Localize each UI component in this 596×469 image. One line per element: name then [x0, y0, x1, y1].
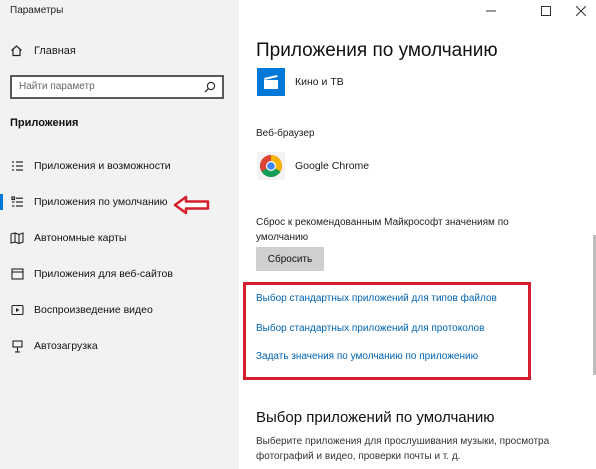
apps-list-icon [10, 159, 24, 173]
search-input[interactable]: Найти параметр [10, 75, 224, 99]
home-label: Главная [34, 44, 76, 57]
browser-label: Веб-браузер [256, 128, 315, 139]
main-content: Приложения по умолчанию Кино и ТВ Веб-бр… [239, 0, 596, 469]
home-icon [10, 44, 24, 57]
map-icon [10, 231, 24, 245]
sidebar-item-label: Автономные карты [34, 232, 127, 244]
maximize-icon [541, 6, 551, 16]
sidebar: Параметры Главная Найти параметр Приложе… [0, 0, 239, 469]
window-title: Параметры [10, 5, 64, 16]
search-icon[interactable] [203, 80, 217, 94]
web-apps-icon [10, 267, 24, 281]
sidebar-item-web-apps[interactable]: Приложения для веб-сайтов [0, 262, 239, 286]
browser-app-button[interactable]: Google Chrome [257, 152, 369, 180]
sidebar-item-label: Приложения для веб-сайтов [34, 268, 173, 280]
sidebar-item-label: Приложения по умолчанию [34, 196, 168, 208]
search-placeholder: Найти параметр [19, 81, 95, 92]
movies-app-label: Кино и ТВ [295, 76, 344, 88]
sidebar-item-label: Приложения и возможности [34, 160, 171, 172]
sidebar-item-apps-features[interactable]: Приложения и возможности [0, 154, 239, 178]
home-link[interactable]: Главная [10, 44, 76, 57]
page-title: Приложения по умолчанию [256, 40, 498, 61]
highlight-arrow-icon [173, 195, 210, 215]
browser-app-label: Google Chrome [295, 160, 370, 172]
sidebar-item-startup[interactable]: Автозагрузка [0, 334, 239, 358]
movies-app-button[interactable]: Кино и ТВ [257, 68, 344, 96]
sidebar-item-offline-maps[interactable]: Автономные карты [0, 226, 239, 250]
close-icon [576, 6, 586, 16]
reset-button[interactable]: Сбросить [256, 247, 324, 271]
sidebar-item-label: Автозагрузка [34, 340, 98, 352]
sidebar-item-label: Воспроизведение видео [34, 304, 153, 316]
startup-icon [10, 339, 24, 353]
reset-description: Сброс к рекомендованным Майкрософт значе… [256, 217, 509, 243]
highlight-box [243, 282, 531, 380]
section-title-choose-defaults: Выбор приложений по умолчанию [256, 409, 495, 426]
movies-tv-icon [257, 68, 285, 96]
sidebar-section-title: Приложения [10, 117, 79, 129]
section-description: Выберите приложения для прослушивания му… [256, 436, 550, 462]
maximize-button[interactable] [531, 2, 561, 20]
minimize-icon [486, 10, 496, 12]
chrome-icon [257, 152, 285, 180]
default-apps-icon [10, 195, 24, 209]
minimize-button[interactable] [476, 2, 506, 20]
sidebar-item-video-playback[interactable]: Воспроизведение видео [0, 298, 239, 322]
close-button[interactable] [566, 2, 596, 20]
video-icon [10, 303, 24, 317]
